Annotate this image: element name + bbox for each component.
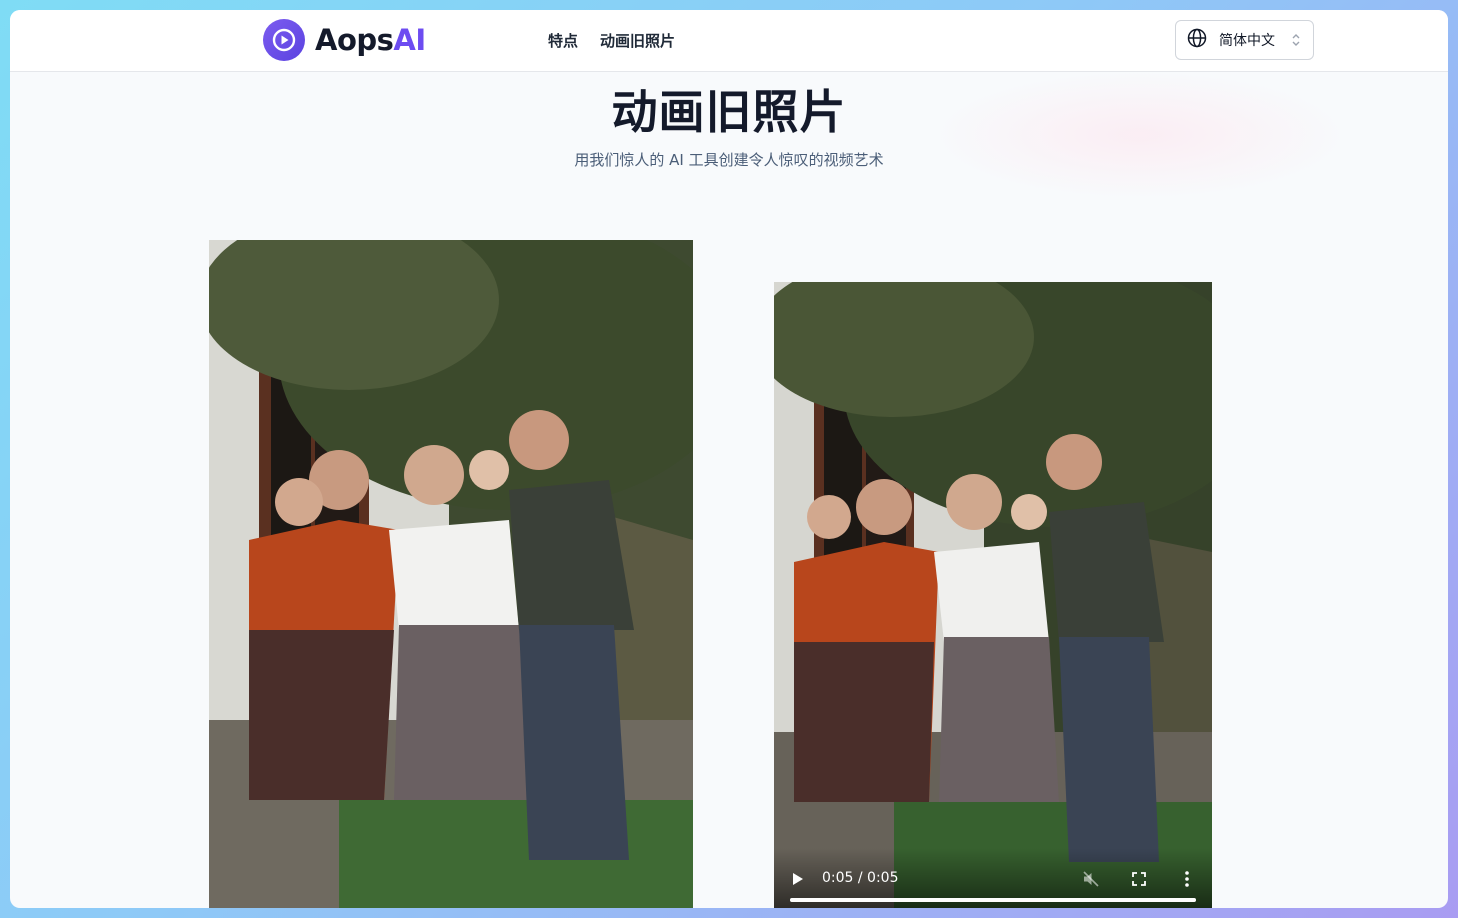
brand-logo[interactable]: AopsAI: [263, 19, 426, 61]
page-subtitle: 用我们惊人的 AI 工具创建令人惊叹的视频艺术: [574, 151, 884, 169]
video-frame: [774, 282, 1212, 908]
more-vertical-icon[interactable]: [1184, 870, 1190, 888]
top-navigation-bar: AopsAI 特点 动画旧照片 简体中文: [10, 10, 1448, 72]
animated-video-player[interactable]: 0:05 / 0:05: [774, 282, 1212, 908]
brand-name-part1: Aops: [315, 23, 394, 57]
globe-icon: [1187, 28, 1207, 52]
language-label: 简体中文: [1219, 33, 1275, 49]
play-icon[interactable]: [792, 872, 804, 886]
brand-name: AopsAI: [315, 23, 426, 57]
video-controls: 0:05 / 0:05: [774, 848, 1212, 908]
nav-link-features[interactable]: 特点: [548, 30, 578, 51]
nav-link-animate-old-photos[interactable]: 动画旧照片: [600, 30, 675, 51]
language-selector[interactable]: 简体中文: [1175, 20, 1314, 60]
page-title: 动画旧照片: [611, 85, 847, 139]
fullscreen-icon[interactable]: [1131, 871, 1147, 887]
play-circle-logo-icon: [263, 19, 305, 61]
video-progress-bar[interactable]: [790, 898, 1196, 902]
video-progress-fill: [790, 898, 1196, 902]
main-nav: 特点 动画旧照片: [548, 30, 675, 51]
original-photo: [209, 240, 693, 908]
brand-name-part2: AI: [393, 23, 426, 57]
browser-viewport: AopsAI 特点 动画旧照片 简体中文 动画旧照片 用我们惊人的 AI 工具创…: [10, 10, 1448, 908]
video-time: 0:05 / 0:05: [822, 870, 899, 886]
chevron-updown-icon: [1291, 32, 1301, 52]
mute-icon[interactable]: [1082, 870, 1100, 888]
